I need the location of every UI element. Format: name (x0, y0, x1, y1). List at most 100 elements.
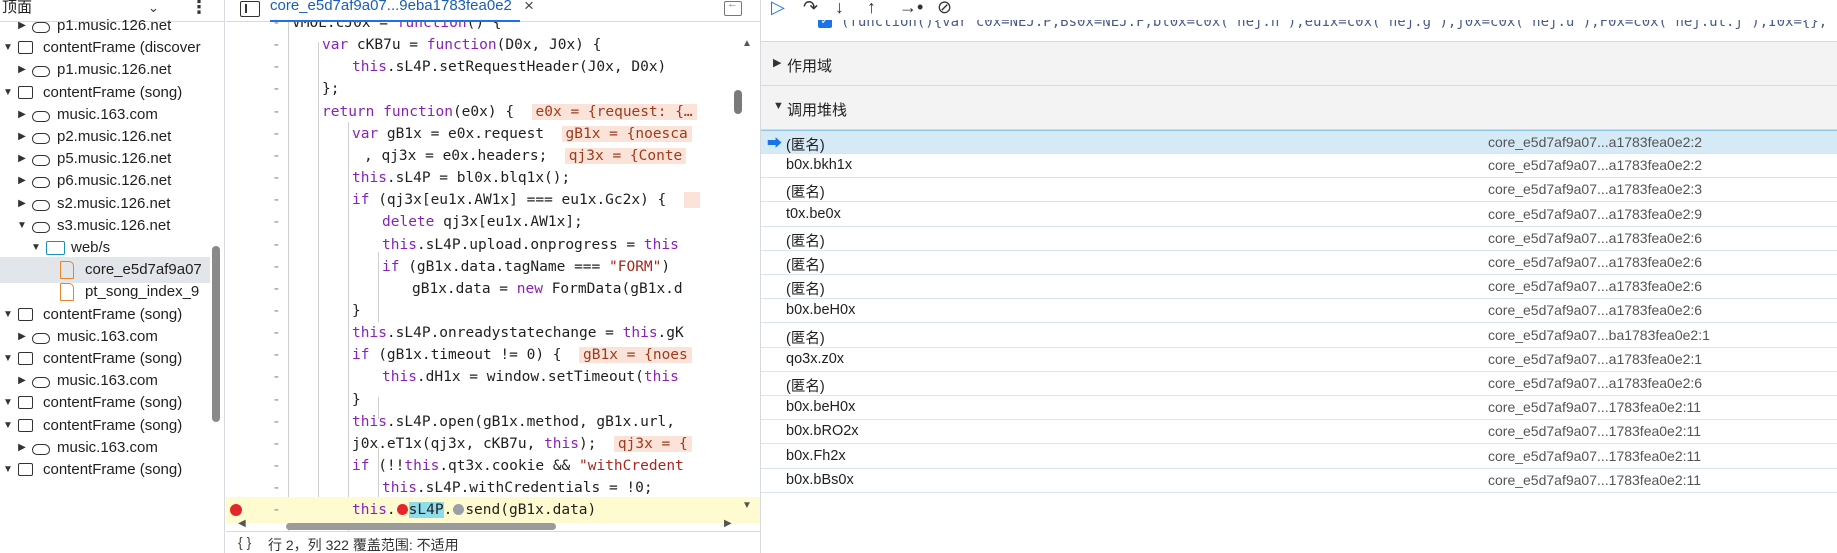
call-frame[interactable]: (匿名) core_e5d7af9a07...a1783fea0e2:6 (761, 372, 1837, 396)
editor-tab-label[interactable]: core_e5d7af9a07...9eba1783fea0e2 (270, 0, 512, 14)
call-frame[interactable]: (匿名) core_e5d7af9a07...a1783fea0e2:6 (761, 275, 1837, 300)
frame-icon (18, 41, 33, 55)
code-token: this (643, 369, 679, 386)
call-frame-location[interactable]: core_e5d7af9a07...a1783fea0e2:1 (1488, 351, 1702, 367)
code-token: if (352, 458, 379, 474)
navigator-scrollbar[interactable] (212, 246, 220, 422)
call-frame[interactable]: b0x.bRO2x core_e5d7af9a07...1783fea0e2:11 (761, 420, 1837, 445)
resume-icon[interactable]: ▷ (771, 0, 785, 18)
code-token: gB1x.data = (412, 280, 517, 297)
step-icon[interactable]: →• (899, 0, 923, 18)
code-token: .sL4P.upload.onprogress = (416, 236, 644, 253)
call-frame-location[interactable]: core_e5d7af9a07...1783fea0e2:11 (1488, 399, 1701, 415)
close-icon[interactable]: × (524, 0, 534, 16)
cloud-icon (32, 22, 50, 33)
scope-section-title: 作用域 (787, 58, 833, 75)
scroll-left-icon[interactable]: ◀ (238, 518, 246, 529)
step-over-icon[interactable]: ↷ (803, 0, 818, 18)
step-out-icon[interactable]: ↑ (867, 0, 876, 18)
code-token: this (622, 325, 658, 342)
call-frame-location[interactable]: core_e5d7af9a07...1783fea0e2:11 (1488, 448, 1701, 464)
call-frame-location[interactable]: core_e5d7af9a07...a1783fea0e2:6 (1488, 254, 1702, 270)
step-into-icon[interactable]: ↓ (835, 0, 844, 18)
line-gutter[interactable]: - (272, 497, 281, 523)
call-frame[interactable]: t0x.be0x core_e5d7af9a07...a1783fea0e2:9 (761, 202, 1837, 227)
scroll-down-icon[interactable]: ▼ (742, 500, 752, 511)
code-token: function (396, 22, 467, 31)
call-frame-location[interactable]: core_e5d7af9a07...1783fea0e2:11 (1488, 423, 1701, 439)
call-frame-location[interactable]: core_e5d7af9a07...a1783fea0e2:2 (1488, 134, 1702, 150)
toggle-navigator-icon[interactable] (240, 1, 260, 17)
code-token: .dH1x = window.setTimeout( (416, 369, 644, 386)
code-token: } (352, 391, 361, 408)
triangle-down-icon[interactable]: ▼ (2, 457, 14, 483)
code-token: } (352, 302, 361, 319)
inline-value: gB1x = {noes (579, 347, 692, 364)
paused-code-line[interactable]: - this. sL4P. send(gB1x.data) (226, 497, 760, 524)
code-token: this (352, 59, 387, 76)
editor-tab[interactable]: core_e5d7af9a07...9eba1783fea0e2 × (270, 0, 534, 22)
call-frame-location[interactable]: core_e5d7af9a07...a1783fea0e2:9 (1488, 206, 1702, 222)
call-frame[interactable]: b0x.bkh1x core_e5d7af9a07...a1783fea0e2:2 (761, 154, 1837, 179)
code-horizontal-scrollbar[interactable] (286, 523, 556, 530)
code-token: ); (578, 435, 614, 452)
breakpoint-marker-icon[interactable] (230, 504, 242, 517)
call-frame-name: b0x.Fh2x (786, 447, 846, 464)
triangle-right-icon: ▶ (773, 57, 782, 69)
toggle-debugger-icon[interactable] (724, 0, 742, 16)
call-frame-name: t0x.be0x (786, 205, 841, 222)
cloud-icon (32, 110, 50, 122)
call-frame[interactable]: qo3x.z0x core_e5d7af9a07...a1783fea0e2:1 (761, 347, 1837, 372)
call-frame-name: (匿名) (786, 379, 825, 395)
current-frame-arrow-icon: ⮕ (767, 135, 783, 152)
call-frame[interactable]: b0x.beH0x core_e5d7af9a07...a1783fea0e2:6 (761, 299, 1837, 324)
callstack-section-header[interactable]: ▼ 调用堆栈 (761, 86, 1837, 130)
call-frame-location[interactable]: core_e5d7af9a07...a1783fea0e2:2 (1488, 157, 1702, 173)
code-view[interactable]: - VMOE.cJ0x = function() {- var cKB7u = fu… (226, 22, 760, 531)
call-frame[interactable]: b0x.Fh2x core_e5d7af9a07...1783fea0e2:11 (761, 444, 1837, 469)
editor-status-bar: { } 行 2，列 322 覆盖范围: 不适用 (226, 531, 760, 553)
scroll-up-icon[interactable]: ▲ (742, 38, 752, 49)
debugger-sidebar: ▷ ↷ ↓ ↑ →• ⊘ ✓ (function(){var c0x=NEJ.P… (760, 0, 1837, 553)
folder-icon (46, 241, 65, 255)
code-token: var (322, 37, 357, 54)
frame-icon (18, 352, 33, 365)
highlighted-token: sL4P (408, 502, 444, 519)
call-frame[interactable]: (匿名) core_e5d7af9a07...ba1783fea0e2:1 (761, 323, 1837, 348)
inline-value (683, 192, 701, 209)
call-frame-name: (匿名) (786, 185, 825, 202)
call-frame[interactable]: (匿名) core_e5d7af9a07...a1783fea0e2:6 (761, 226, 1837, 251)
call-frame-location[interactable]: core_e5d7af9a07...ba1783fea0e2:1 (1488, 327, 1710, 343)
frame-icon (18, 418, 33, 432)
call-frame[interactable]: (匿名) core_e5d7af9a07...a1783fea0e2:6 (761, 251, 1837, 275)
deactivate-breakpoints-icon[interactable]: ⊘ (937, 0, 952, 18)
watch-expression-row[interactable]: ✓ (function(){var c0x=NEJ.P,Bs0x=NEJ.F,b… (761, 20, 1837, 42)
call-frame-location[interactable]: core_e5d7af9a07...a1783fea0e2:6 (1488, 278, 1702, 294)
file-icon (60, 261, 74, 280)
call-frame-current[interactable]: ⮕ (匿名) core_e5d7af9a07...a1783fea0e2:2 (761, 130, 1837, 154)
call-frame[interactable]: b0x.bBs0x core_e5d7af9a07...1783fea0e2:11 (761, 468, 1837, 493)
code-token: "withCredent (579, 458, 684, 474)
frame-icon (18, 307, 33, 321)
file-navigator: 顶面 ⌄ ⋮ ▶ p1.music.126.net ▼ contentFrame (d… (0, 0, 225, 553)
code-token: send(gB1x.data) (465, 502, 597, 519)
inline-breakpoint-icon[interactable] (453, 504, 465, 516)
call-frame[interactable]: (匿名) core_e5d7af9a07...a1783fea0e2:3 (761, 178, 1837, 203)
call-frame-location[interactable]: core_e5d7af9a07...a1783fea0e2:3 (1488, 181, 1702, 197)
call-frame-location[interactable]: core_e5d7af9a07...a1783fea0e2:6 (1488, 302, 1702, 318)
call-frame-location[interactable]: core_e5d7af9a07...a1783fea0e2:6 (1488, 230, 1702, 246)
scope-section-header[interactable]: ▶ 作用域 (761, 42, 1837, 86)
pretty-print-icon[interactable]: { } (238, 534, 251, 550)
code-token: "FORM" (609, 258, 662, 275)
call-frame-location[interactable]: core_e5d7af9a07...1783fea0e2:11 (1488, 472, 1701, 488)
navigator-item-frame[interactable]: ▼ contentFrame (song) (0, 457, 210, 483)
inline-breakpoint-icon[interactable] (396, 504, 408, 516)
code-token: this (352, 502, 387, 519)
call-frame-location[interactable]: core_e5d7af9a07...a1783fea0e2:6 (1488, 375, 1702, 391)
call-frame[interactable]: b0x.beH0x core_e5d7af9a07...1783fea0e2:11 (761, 396, 1837, 421)
checkbox-icon[interactable]: ✓ (818, 20, 832, 28)
code-token: this (352, 325, 387, 342)
scroll-right-icon[interactable]: ▶ (724, 518, 732, 529)
code-vertical-scrollbar[interactable] (734, 90, 742, 114)
code-token: return (322, 103, 384, 120)
